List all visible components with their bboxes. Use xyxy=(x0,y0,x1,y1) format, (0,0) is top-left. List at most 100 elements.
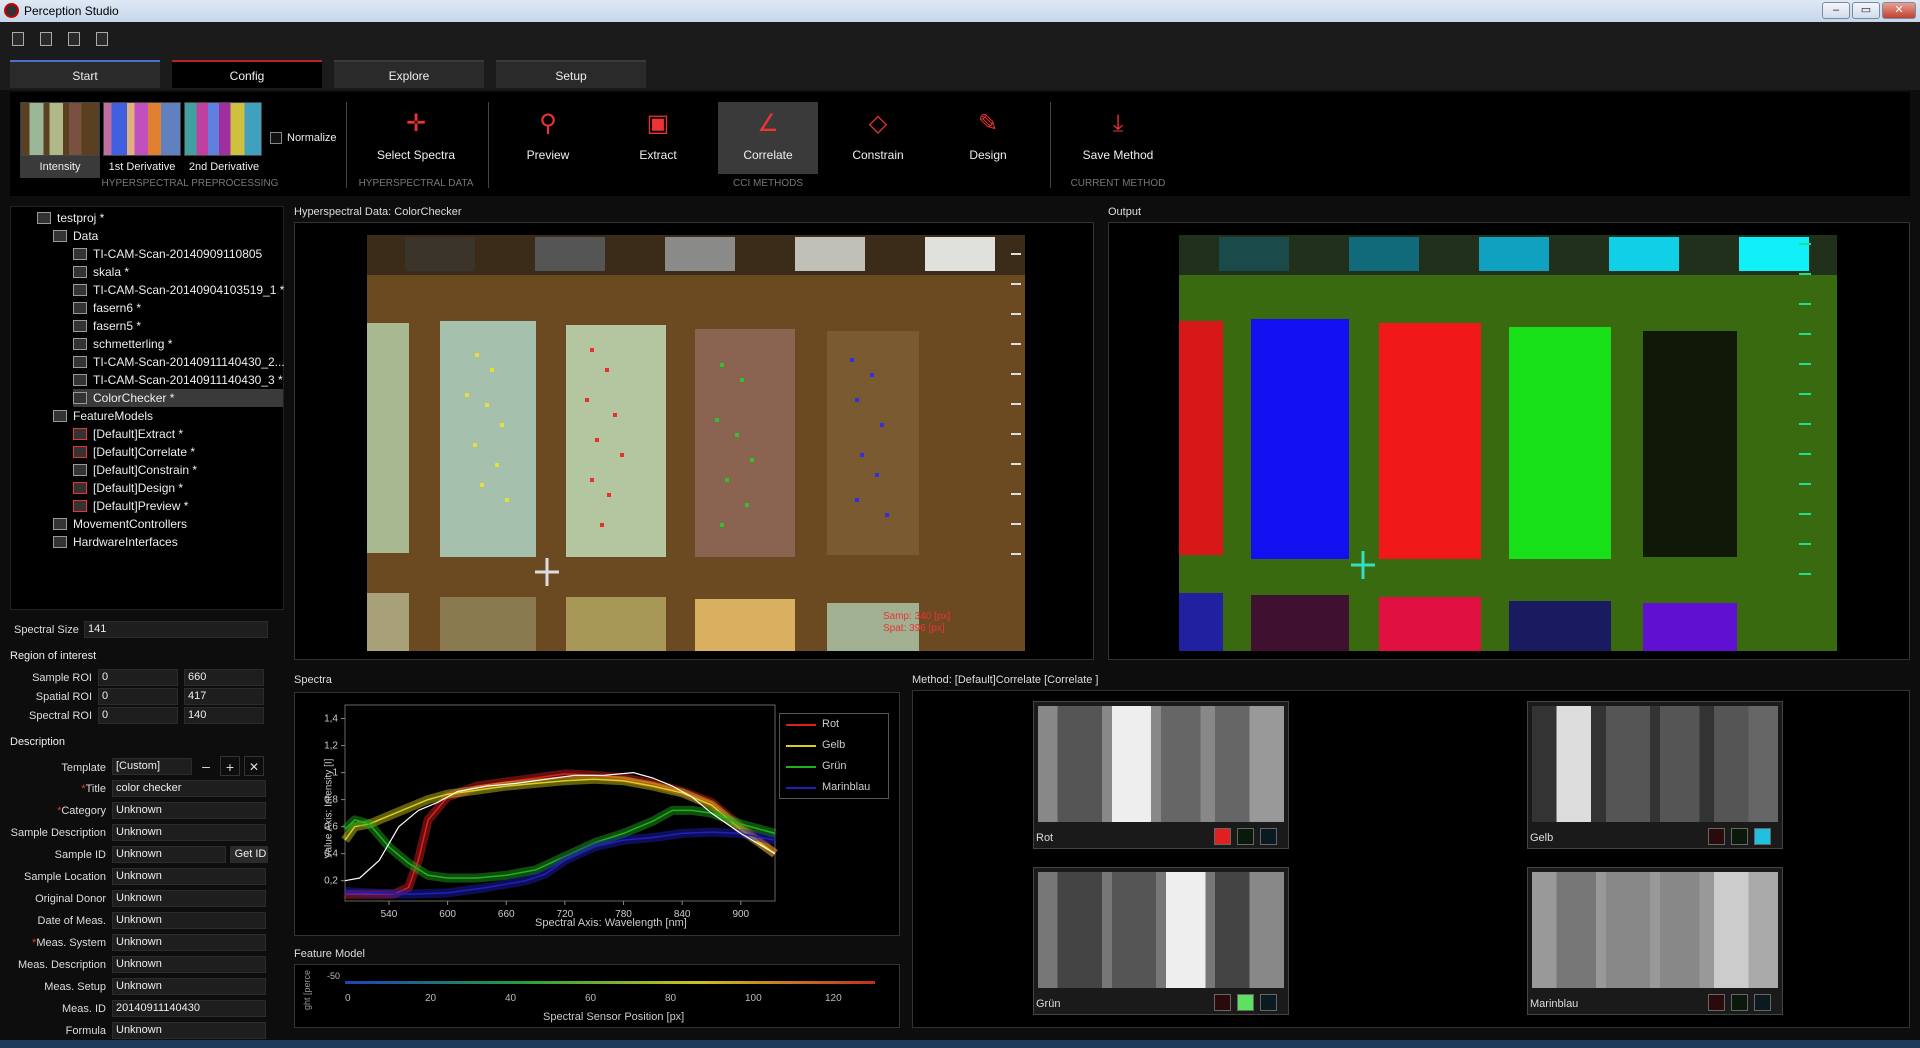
new-project-icon[interactable] xyxy=(40,32,52,46)
hyperspectral-image[interactable] xyxy=(295,223,1095,661)
spectra-chart-panel[interactable]: 540 600 660 720 780 840 900 0,2 0,4 0,6 0,8 1 1,2 1,4… xyxy=(294,692,900,936)
intensity-thumbnail[interactable] xyxy=(21,102,99,156)
tab-start[interactable]: Start xyxy=(10,60,160,88)
tree-item[interactable]: fasern5 * xyxy=(73,317,141,335)
spatial-roi-from[interactable]: 0 xyxy=(98,688,178,705)
spectral-roi-to[interactable]: 140 xyxy=(184,707,264,724)
template-remove-button[interactable]: – xyxy=(196,756,216,776)
tree-folder-data[interactable]: Data xyxy=(53,227,98,245)
swatch-blue-off[interactable] xyxy=(1260,828,1277,845)
swatch-red-off[interactable] xyxy=(1214,994,1231,1011)
swatch-blue-off[interactable] xyxy=(1260,994,1277,1011)
field-input[interactable]: 20140911140430 xyxy=(112,1000,266,1017)
output-view[interactable] xyxy=(1108,222,1910,660)
new-file-icon[interactable] xyxy=(12,32,24,46)
select-spectra-button[interactable]: ✛ Select Spectra xyxy=(366,102,466,174)
swatch-red[interactable] xyxy=(1214,828,1231,845)
tree-item[interactable]: TI-CAM-Scan-20140904103519_1 * xyxy=(73,281,284,299)
constrain-button[interactable]: ◇ Constrain xyxy=(828,102,928,174)
template-delete-button[interactable]: ✕ xyxy=(244,756,264,776)
tree-item[interactable]: TI-CAM-Scan-20140911140430_2... xyxy=(73,353,285,371)
tree-folder-movementcontrollers[interactable]: MovementControllers xyxy=(53,515,187,533)
tree-root[interactable]: testproj * xyxy=(37,209,104,227)
first-derivative-thumbnail[interactable] xyxy=(103,102,181,156)
normalize-checkbox[interactable] xyxy=(270,132,282,144)
save-method-button[interactable]: ⤓ Save Method xyxy=(1068,102,1168,174)
swatch-blue[interactable] xyxy=(1754,828,1771,845)
field-input[interactable]: Unknown xyxy=(112,846,226,863)
close-button[interactable]: ✕ xyxy=(1882,2,1916,19)
output-image[interactable] xyxy=(1109,223,1911,661)
first-derivative-label[interactable]: 1st Derivative xyxy=(102,158,182,176)
get-id-button[interactable]: Get ID xyxy=(230,846,268,863)
tree-folder-hardwareinterfaces[interactable]: HardwareInterfaces xyxy=(53,533,178,551)
minimize-button[interactable]: – xyxy=(1822,2,1850,19)
swatch-red-off[interactable] xyxy=(1708,994,1725,1011)
swatch-red-off[interactable] xyxy=(1708,828,1725,845)
swatch-green-off[interactable] xyxy=(1731,828,1748,845)
tree-item[interactable]: schmetterling * xyxy=(73,335,172,353)
field-input[interactable]: color checker xyxy=(112,780,266,797)
tab-explore[interactable]: Explore xyxy=(334,60,484,88)
swatch-green-off[interactable] xyxy=(1731,994,1748,1011)
template-select[interactable]: [Custom] xyxy=(112,758,192,775)
field-input[interactable]: Unknown xyxy=(112,934,266,951)
x-tick-label: 660 xyxy=(498,909,515,920)
tree-item[interactable]: fasern6 * xyxy=(73,299,141,317)
field-input[interactable]: Unknown xyxy=(112,824,266,841)
second-derivative-label[interactable]: 2nd Derivative xyxy=(184,158,264,176)
field-input[interactable]: Unknown xyxy=(112,1022,266,1039)
swatch-blue-off[interactable] xyxy=(1754,994,1771,1011)
tree-item-selected[interactable]: ColorChecker * xyxy=(73,389,283,407)
channel-card-gruen[interactable]: Grün xyxy=(1033,867,1289,1015)
extract-button[interactable]: ▣ Extract xyxy=(608,102,708,174)
tab-setup[interactable]: Setup xyxy=(496,60,646,88)
tree-item[interactable]: TI-CAM-Scan-20140909110805 xyxy=(73,245,262,263)
second-derivative-thumbnail[interactable] xyxy=(184,102,262,156)
cci-methods-group-label: CCI METHODS xyxy=(733,178,803,189)
intensity-label[interactable]: Intensity xyxy=(20,158,100,176)
field-input[interactable]: Unknown xyxy=(112,978,266,995)
tree-item[interactable]: [Default]Design * xyxy=(73,479,183,497)
top-patch xyxy=(405,237,475,271)
field-input[interactable]: Unknown xyxy=(112,956,266,973)
design-button[interactable]: ✎ Design xyxy=(938,102,1038,174)
tree-item[interactable]: [Default]Preview * xyxy=(73,497,188,515)
hyperspectral-view[interactable]: Samp: 340 [px] Spat: 396 [px] xyxy=(294,222,1094,660)
patch xyxy=(695,329,795,557)
preprocessing-group-label: HYPERSPECTRAL PREPROCESSING xyxy=(101,178,279,189)
channel-card-gelb[interactable]: Gelb xyxy=(1527,701,1783,849)
sample-roi-to[interactable]: 660 xyxy=(184,669,264,686)
hyperspectral-panel-title: Hyperspectral Data: ColorChecker xyxy=(294,206,462,218)
channel-card-marinblau[interactable]: Marinblau xyxy=(1527,867,1783,1015)
save-icon[interactable] xyxy=(68,32,80,46)
field-input[interactable]: Unknown xyxy=(112,912,266,929)
feature-model-panel[interactable]: ght [perce -50 0 20 40 60 80 100 120 Spectral … xyxy=(294,964,900,1028)
field-input[interactable]: Unknown xyxy=(112,868,266,885)
sample-roi-from[interactable]: 0 xyxy=(98,669,178,686)
spectral-size-field[interactable]: 141 xyxy=(84,621,268,638)
save-as-icon[interactable] xyxy=(96,32,108,46)
folder-icon xyxy=(53,230,67,242)
spectral-size-label: Spectral Size xyxy=(14,624,79,636)
tree-item[interactable]: [Default]Correlate * xyxy=(73,443,195,461)
preview-button[interactable]: ⚲ Preview xyxy=(498,102,598,174)
channel-card-rot[interactable]: Rot xyxy=(1033,701,1289,849)
tree-item[interactable]: skala * xyxy=(73,263,129,281)
field-input[interactable]: Unknown xyxy=(112,890,266,907)
maximize-button[interactable]: ▭ xyxy=(1852,2,1880,19)
tree-folder-featuremodels[interactable]: FeatureModels xyxy=(53,407,153,425)
tree-item[interactable]: [Default]Constrain * xyxy=(73,461,197,479)
field-input[interactable]: Unknown xyxy=(112,802,266,819)
spatial-roi-to[interactable]: 417 xyxy=(184,688,264,705)
tree-item[interactable]: [Default]Extract * xyxy=(73,425,183,443)
spatial-roi-label: Spatial ROI xyxy=(35,691,92,703)
correlate-button[interactable]: ∠ Correlate xyxy=(718,102,818,174)
spectral-roi-from[interactable]: 0 xyxy=(98,707,178,724)
required-marker: * xyxy=(32,937,37,949)
tree-item[interactable]: TI-CAM-Scan-20140911140430_3 * xyxy=(73,371,283,389)
tab-config[interactable]: Config xyxy=(172,60,322,88)
swatch-green-off[interactable] xyxy=(1237,828,1254,845)
swatch-green[interactable] xyxy=(1237,994,1254,1011)
template-add-button[interactable]: + xyxy=(220,756,240,776)
